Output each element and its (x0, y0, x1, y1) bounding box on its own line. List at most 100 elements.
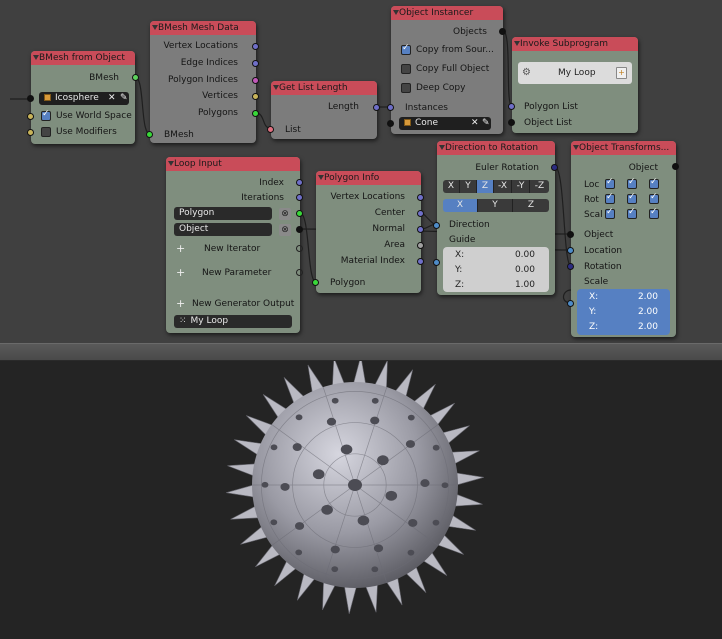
output-vertices-socket[interactable] (252, 93, 259, 100)
output-object-socket[interactable] (672, 163, 679, 170)
track-axis-neg-z[interactable]: -Z (530, 180, 549, 193)
eyedropper-icon[interactable]: ✎ (482, 118, 490, 129)
remove-object-icon[interactable]: ⊗ (279, 224, 291, 236)
track-axis-y[interactable]: Y (460, 180, 477, 193)
rot-z-checkbox[interactable] (649, 192, 659, 204)
new-generator-output-label[interactable]: New Generator Output (192, 298, 294, 310)
output-index-socket[interactable] (296, 179, 303, 186)
track-axis-neg-x[interactable]: -X (494, 180, 512, 193)
input-world-space-socket[interactable] (27, 113, 34, 120)
track-axis-z[interactable]: Z (477, 180, 494, 193)
output-iterations-socket[interactable] (296, 194, 303, 201)
area-divider[interactable] (0, 343, 722, 361)
copy-full-object-checkbox[interactable] (401, 64, 411, 74)
loop-name-field[interactable]: ⁙ My Loop (174, 315, 292, 328)
new-parameter-socket[interactable] (296, 269, 303, 276)
input-polygon-socket[interactable] (312, 279, 319, 286)
new-subprogram-icon[interactable]: + (616, 67, 627, 79)
scal-x-checkbox[interactable] (605, 207, 615, 219)
input-scale-socket[interactable] (567, 300, 574, 307)
deep-copy-checkbox[interactable] (401, 83, 411, 93)
input-object-socket[interactable] (387, 120, 394, 127)
loc-z-checkbox[interactable] (649, 177, 659, 189)
node-bmesh-mesh-data[interactable]: BMesh Mesh Data Vertex Locations Edge In… (146, 21, 259, 143)
scal-z-checkbox[interactable] (649, 207, 659, 219)
track-axis-selector[interactable]: X Y Z -X -Y -Z (443, 180, 549, 193)
scal-y-checkbox[interactable] (627, 207, 637, 219)
new-iterator-socket[interactable] (296, 245, 303, 252)
input-object-socket[interactable] (27, 95, 34, 102)
input-guide-socket[interactable] (433, 259, 440, 266)
guide-vector[interactable]: X: 0.00 Y: 0.00 Z: 1.00 (443, 247, 549, 292)
node-title[interactable]: BMesh from Object (31, 51, 135, 65)
param-polygon-field[interactable]: Polygon (174, 207, 272, 220)
input-instances-socket[interactable] (387, 104, 394, 111)
node-editor[interactable]: BMesh from Object BMesh Icosphere ✕ ✎ Us… (0, 0, 722, 343)
scale-z-value[interactable]: 2.00 (638, 320, 658, 334)
use-world-space-checkbox[interactable] (41, 109, 51, 121)
new-parameter-label[interactable]: New Parameter (202, 267, 271, 279)
guide-y-value[interactable]: 0.00 (515, 263, 535, 277)
up-axis-y[interactable]: Y (478, 199, 513, 212)
rot-y-checkbox[interactable] (627, 192, 637, 204)
node-title[interactable]: Invoke Subprogram (512, 37, 638, 51)
new-iterator-label[interactable]: New Iterator (204, 243, 260, 255)
output-normal-socket[interactable] (417, 226, 424, 233)
output-bmesh-socket[interactable] (132, 74, 139, 81)
input-location-socket[interactable] (567, 247, 574, 254)
scale-vector[interactable]: X: 2.00 Y: 2.00 Z: 2.00 (577, 289, 670, 335)
guide-z-value[interactable]: 1.00 (515, 278, 535, 292)
clear-x-icon[interactable]: ✕ (108, 93, 116, 104)
node-title[interactable]: Direction to Rotation (437, 141, 555, 155)
output-polygon-indices-socket[interactable] (252, 77, 259, 84)
3d-viewport[interactable] (0, 361, 722, 639)
remove-polygon-icon[interactable]: ⊗ (279, 208, 291, 220)
add-iterator-icon[interactable]: + (176, 242, 185, 255)
node-invoke-subprogram[interactable]: Invoke Subprogram ⚙ My Loop + Polygon Li… (508, 37, 638, 133)
up-axis-selector[interactable]: X Y Z (443, 199, 549, 212)
node-bmesh-from-object[interactable]: BMesh from Object BMesh Icosphere ✕ ✎ Us… (27, 51, 139, 144)
add-generator-output-icon[interactable]: + (176, 297, 185, 310)
node-title[interactable]: BMesh Mesh Data (150, 21, 256, 35)
output-material-index-socket[interactable] (417, 258, 424, 265)
node-title[interactable]: Object Instancer (391, 6, 503, 20)
output-polygon-socket[interactable] (296, 210, 303, 217)
rot-x-checkbox[interactable] (605, 192, 615, 204)
input-bmesh-socket[interactable] (146, 131, 153, 138)
input-object-socket[interactable] (567, 231, 574, 238)
guide-x-value[interactable]: 0.00 (515, 248, 535, 262)
output-edge-indices-socket[interactable] (252, 60, 259, 67)
output-polygons-socket[interactable] (252, 110, 259, 117)
output-length-socket[interactable] (373, 104, 380, 111)
node-title[interactable]: Object Transforms... (571, 141, 676, 155)
output-objects-socket[interactable] (499, 28, 506, 35)
node-loop-input[interactable]: Loop Input Index Iterations Polygon ⊗ Ob… (166, 157, 303, 333)
input-modifiers-socket[interactable] (27, 129, 34, 136)
node-title[interactable]: Polygon Info (316, 171, 421, 185)
output-vertex-locations-socket[interactable] (417, 194, 424, 201)
up-axis-z[interactable]: Z (513, 199, 549, 212)
output-euler-rotation-socket[interactable] (551, 164, 558, 171)
node-direction-to-rotation[interactable]: Direction to Rotation Euler Rotation X Y… (433, 141, 558, 295)
node-get-list-length[interactable]: Get List Length Length List (267, 81, 380, 139)
eyedropper-icon[interactable]: ✎ (120, 93, 128, 104)
track-axis-neg-y[interactable]: -Y (512, 180, 530, 193)
scale-y-value[interactable]: 2.00 (638, 305, 658, 319)
node-title[interactable]: Loop Input (166, 157, 300, 171)
add-parameter-icon[interactable]: + (176, 266, 185, 279)
input-direction-socket[interactable] (433, 222, 440, 229)
node-polygon-info[interactable]: Polygon Info Vertex Locations Center Nor… (312, 171, 424, 293)
loc-x-checkbox[interactable] (605, 177, 615, 189)
input-list-socket[interactable] (267, 126, 274, 133)
subprogram-selector[interactable]: ⚙ My Loop (518, 62, 632, 84)
node-title[interactable]: Get List Length (271, 81, 377, 95)
output-center-socket[interactable] (417, 210, 424, 217)
scale-x-value[interactable]: 2.00 (638, 290, 658, 304)
clear-x-icon[interactable]: ✕ (471, 118, 479, 129)
up-axis-x[interactable]: X (443, 199, 478, 212)
output-vertex-locations-socket[interactable] (252, 43, 259, 50)
input-polygon-list-socket[interactable] (508, 103, 515, 110)
output-object-socket[interactable] (296, 226, 303, 233)
use-modifiers-checkbox[interactable] (41, 127, 51, 137)
input-rotation-socket[interactable] (567, 263, 574, 270)
